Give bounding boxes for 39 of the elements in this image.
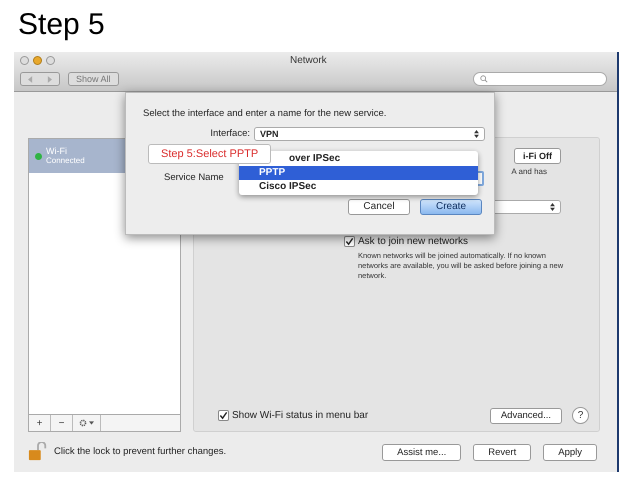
gear-icon xyxy=(79,419,87,427)
interface-select[interactable]: VPN xyxy=(254,127,485,142)
dialog-prompt: Select the interface and enter a name for the new service. xyxy=(142,107,388,121)
close-button[interactable] xyxy=(20,56,29,64)
lock-text: Click the lock to prevent further changes. xyxy=(54,444,226,459)
window-title: Network xyxy=(290,54,327,68)
menu-item[interactable]: PPTP xyxy=(239,166,478,180)
status-text: A and has xyxy=(511,166,547,178)
show-status-checkbox[interactable] xyxy=(218,410,229,421)
show-status-label: Show Wi-Fi status in menu bar xyxy=(232,409,368,423)
updown-icon xyxy=(550,203,555,211)
service-status: Connected xyxy=(46,156,85,166)
dialog-button[interactable]: Cancel xyxy=(348,198,410,214)
menu-item[interactable]: Cisco IPSec xyxy=(239,180,478,194)
add-button[interactable]: + xyxy=(29,415,51,431)
open-lock-icon xyxy=(28,442,48,462)
dialog-button[interactable]: Create xyxy=(420,198,482,214)
advanced-button[interactable]: Advanced... xyxy=(490,408,562,424)
footer-button[interactable]: Assist me... xyxy=(382,444,462,460)
service-name-label: Service Name xyxy=(163,170,224,185)
ask-to-join-checkbox[interactable] xyxy=(344,236,355,247)
footer-button[interactable]: Revert xyxy=(473,444,532,460)
instruction-tooltip: Step 5:Select PPTP xyxy=(148,144,272,164)
zoom-button[interactable] xyxy=(46,56,55,64)
updown-icon xyxy=(474,130,479,138)
caret-icon xyxy=(89,421,94,425)
footer-button[interactable]: Apply xyxy=(543,444,597,460)
slide-title: Step 5 xyxy=(17,7,106,43)
remove-button[interactable]: − xyxy=(51,415,73,431)
search-icon xyxy=(480,75,488,83)
interface-label: Interface: xyxy=(209,127,250,142)
help-button[interactable]: ? xyxy=(572,407,589,424)
wifi-off-button[interactable]: i-Fi Off xyxy=(514,148,561,164)
back-forward-buttons[interactable] xyxy=(20,72,60,86)
ask-to-join-label: Ask to join new networks xyxy=(358,235,468,249)
menu-item[interactable]: over IPSec xyxy=(289,152,478,166)
service-name: Wi-Fi xyxy=(46,146,68,156)
search-field[interactable] xyxy=(473,72,607,86)
minimize-button[interactable] xyxy=(33,56,42,64)
